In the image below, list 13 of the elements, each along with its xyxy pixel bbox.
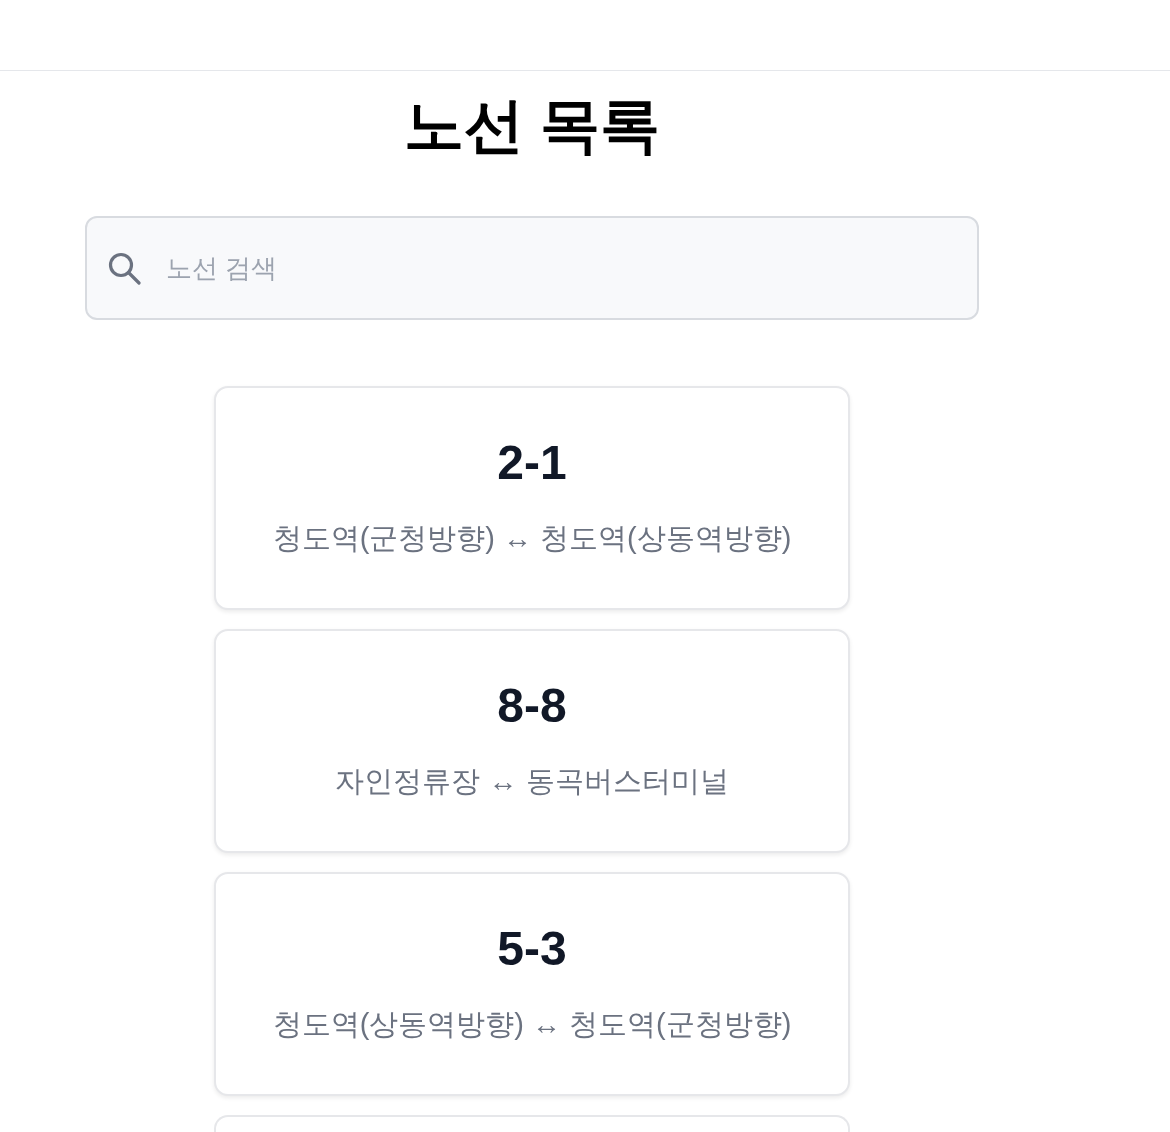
route-card[interactable]: 2-1 청도역(군청방향) ↔ 청도역(상동역방향) — [214, 386, 850, 610]
route-number: 2-1 — [497, 435, 567, 491]
route-description: 청도역(상동역방향) ↔ 청도역(군청방향) — [272, 1007, 792, 1042]
search-icon — [108, 252, 141, 285]
route-card[interactable]: 5-3 청도역(상동역방향) ↔ 청도역(군청방향) — [214, 872, 850, 1096]
route-number: 8-8 — [497, 678, 567, 734]
search-field[interactable]: 노선 검색 — [85, 216, 979, 320]
route-card[interactable] — [214, 1115, 850, 1132]
route-number: 5-3 — [497, 921, 567, 977]
route-description: 청도역(군청방향) ↔ 청도역(상동역방향) — [272, 521, 792, 556]
route-card[interactable]: 8-8 자인정류장 ↔ 동곡버스터미널 — [214, 629, 850, 853]
route-description: 자인정류장 ↔ 동곡버스터미널 — [335, 764, 729, 799]
page-title: 노선 목록 — [403, 91, 661, 161]
